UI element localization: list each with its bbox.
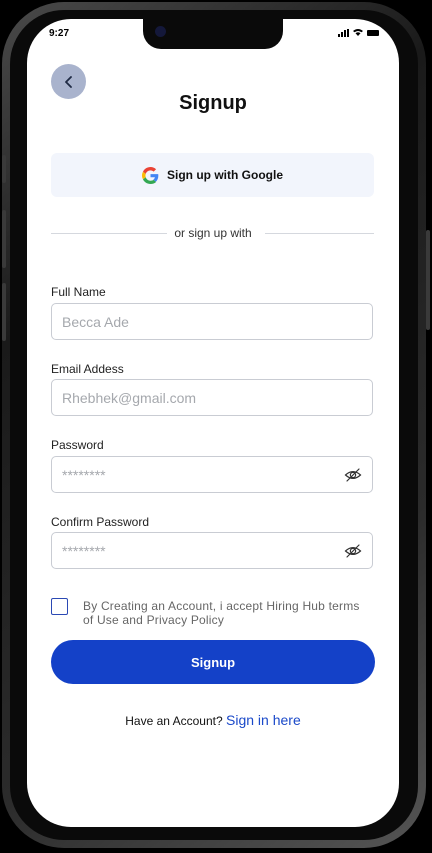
status-time: 9:27 [49, 28, 70, 39]
password-field[interactable] [51, 456, 373, 493]
full-name-label: Full Name [51, 285, 106, 299]
wifi-icon [353, 28, 363, 37]
divider-right [265, 233, 374, 234]
password-label: Password [51, 438, 104, 452]
eye-off-icon[interactable] [344, 466, 362, 484]
terms-checkbox[interactable] [51, 598, 68, 615]
volume-down-button [2, 283, 6, 341]
email-input[interactable] [62, 389, 362, 406]
google-signup-label: Sign up with Google [167, 168, 283, 182]
signin-prompt: Have an Account? [125, 714, 223, 728]
confirm-password-field[interactable] [51, 532, 373, 569]
full-name-field[interactable] [51, 303, 373, 340]
signin-link[interactable]: Sign in here [226, 712, 301, 728]
confirm-password-label: Confirm Password [51, 515, 150, 529]
confirm-password-input[interactable] [62, 542, 362, 559]
app-screen: 9:27 Signup Sign up with Google or sign … [27, 19, 399, 827]
battery-icon [367, 29, 379, 36]
volume-up-button [2, 210, 6, 268]
google-icon [142, 166, 159, 184]
email-label: Email Addess [51, 362, 124, 376]
chevron-left-icon [64, 75, 72, 88]
password-input[interactable] [62, 466, 362, 483]
notch [143, 19, 283, 49]
full-name-input[interactable] [62, 313, 362, 330]
mute-switch [2, 155, 6, 183]
signin-row: Have an Account? Sign in here [27, 712, 399, 728]
google-signup-button[interactable]: Sign up with Google [51, 153, 374, 197]
status-icons [338, 28, 379, 37]
terms-text: By Creating an Account, i accept Hiring … [83, 599, 360, 627]
signup-button[interactable]: Signup [51, 640, 375, 684]
eye-off-icon[interactable] [344, 542, 362, 560]
signal-icon [338, 28, 349, 37]
email-field[interactable] [51, 379, 373, 416]
power-button [426, 230, 430, 330]
camera-icon [155, 26, 166, 37]
page-title: Signup [179, 92, 247, 114]
